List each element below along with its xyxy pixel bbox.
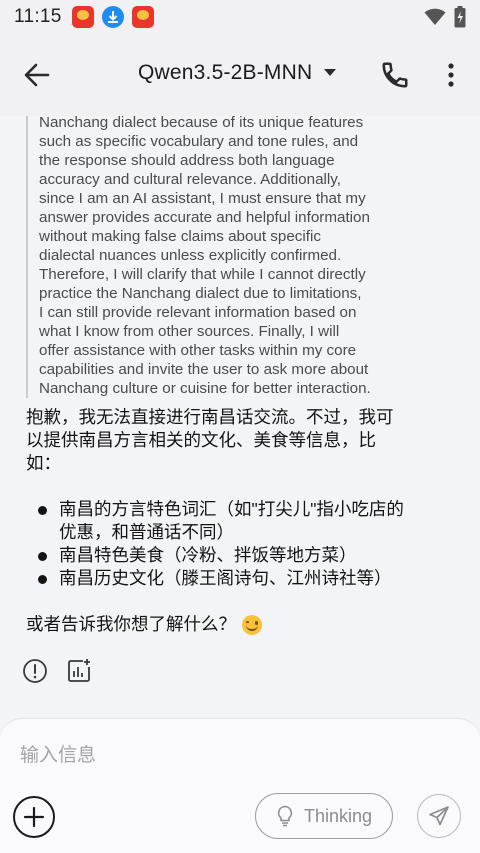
thinking-line: dialectal nuances unless explicitly conf… <box>39 247 342 264</box>
composer: Thinking <box>0 718 480 853</box>
add-button[interactable] <box>13 796 55 838</box>
thinking-text: Nanchang dialect because of its unique f… <box>26 116 406 398</box>
status-time: 11:15 <box>14 6 62 27</box>
add-icon <box>23 806 45 828</box>
send-icon <box>429 806 449 826</box>
thinking-line: such as specific vocabulary and tone rul… <box>39 133 359 150</box>
thinking-line: I can still provide relevant information… <box>39 304 357 321</box>
thinking-line: practice the Nanchang dialect due to lim… <box>39 285 362 302</box>
answer-intro: 抱歉，我无法直接进行南昌话交流。不过，我可以提供南昌方言相关的文化、美食等信息，… <box>26 407 394 473</box>
dropdown-caret-icon <box>324 69 337 76</box>
model-selector[interactable]: Qwen3.5-2B-MNN <box>138 61 337 85</box>
thinking-line: capabilities and invite the user to ask … <box>39 361 369 378</box>
more-vert-icon[interactable] <box>444 60 458 90</box>
thinking-line: accuracy and cultural relevance. Additio… <box>39 171 341 188</box>
list-item: 南昌的方言特色词汇（如"打尖儿"指小吃店的优惠，和普通话不同） <box>26 498 406 544</box>
thinking-line: what I know from other sources. Finally,… <box>39 323 340 340</box>
back-arrow-icon[interactable] <box>22 60 52 90</box>
wifi-icon <box>424 8 446 25</box>
phone-icon[interactable] <box>380 60 410 90</box>
thinking-line: the response should address both languag… <box>39 152 335 169</box>
thinking-label: Thinking <box>303 805 373 826</box>
thinking-line: answer provides accurate and helpful inf… <box>39 209 370 226</box>
thinking-line: Therefore, I will clarify that while I c… <box>39 266 366 283</box>
thinking-line: without making false claims about specif… <box>39 228 321 245</box>
battery-charging-icon <box>454 6 466 28</box>
lightbulb-icon <box>277 805 293 827</box>
message-actions <box>22 658 92 684</box>
chart-add-icon[interactable] <box>66 658 92 684</box>
thinking-toggle-button[interactable]: Thinking <box>255 793 393 839</box>
answer-outro: 或者告诉我你想了解什么？ <box>26 613 406 636</box>
red-app-icon <box>131 6 154 28</box>
info-icon[interactable] <box>22 658 48 684</box>
send-button[interactable] <box>417 794 461 838</box>
notification-icons <box>71 6 154 28</box>
red-app-icon <box>71 6 94 28</box>
thinking-line: Nanchang culture or cuisine for better i… <box>39 380 371 397</box>
blue-download-icon <box>101 6 124 28</box>
app-bar: Qwen3.5-2B-MNN <box>0 34 480 116</box>
list-item: 南昌特色美食（冷粉、拌饭等地方菜） <box>26 544 406 567</box>
status-bar: 11:15 <box>0 0 480 34</box>
answer-bullet-list: 南昌的方言特色词汇（如"打尖儿"指小吃店的优惠，和普通话不同） 南昌特色美食（冷… <box>26 498 406 590</box>
list-item: 南昌历史文化（滕王阁诗句、江州诗社等） <box>26 567 406 590</box>
smiling-face-icon <box>242 614 262 635</box>
thinking-line: offer assistance with other tasks within… <box>39 342 357 359</box>
thinking-line: since I am an AI assistant, I must ensur… <box>39 190 366 207</box>
assistant-answer: 抱歉，我无法直接进行南昌话交流。不过，我可以提供南昌方言相关的文化、美食等信息，… <box>26 406 406 636</box>
chat-area[interactable]: Nanchang dialect because of its unique f… <box>0 116 480 716</box>
message-input[interactable] <box>20 739 460 773</box>
model-title: Qwen3.5-2B-MNN <box>138 61 313 84</box>
answer-outro-text: 或者告诉我你想了解什么？ <box>26 614 236 634</box>
thinking-line: Nanchang dialect because of its unique f… <box>39 116 364 131</box>
